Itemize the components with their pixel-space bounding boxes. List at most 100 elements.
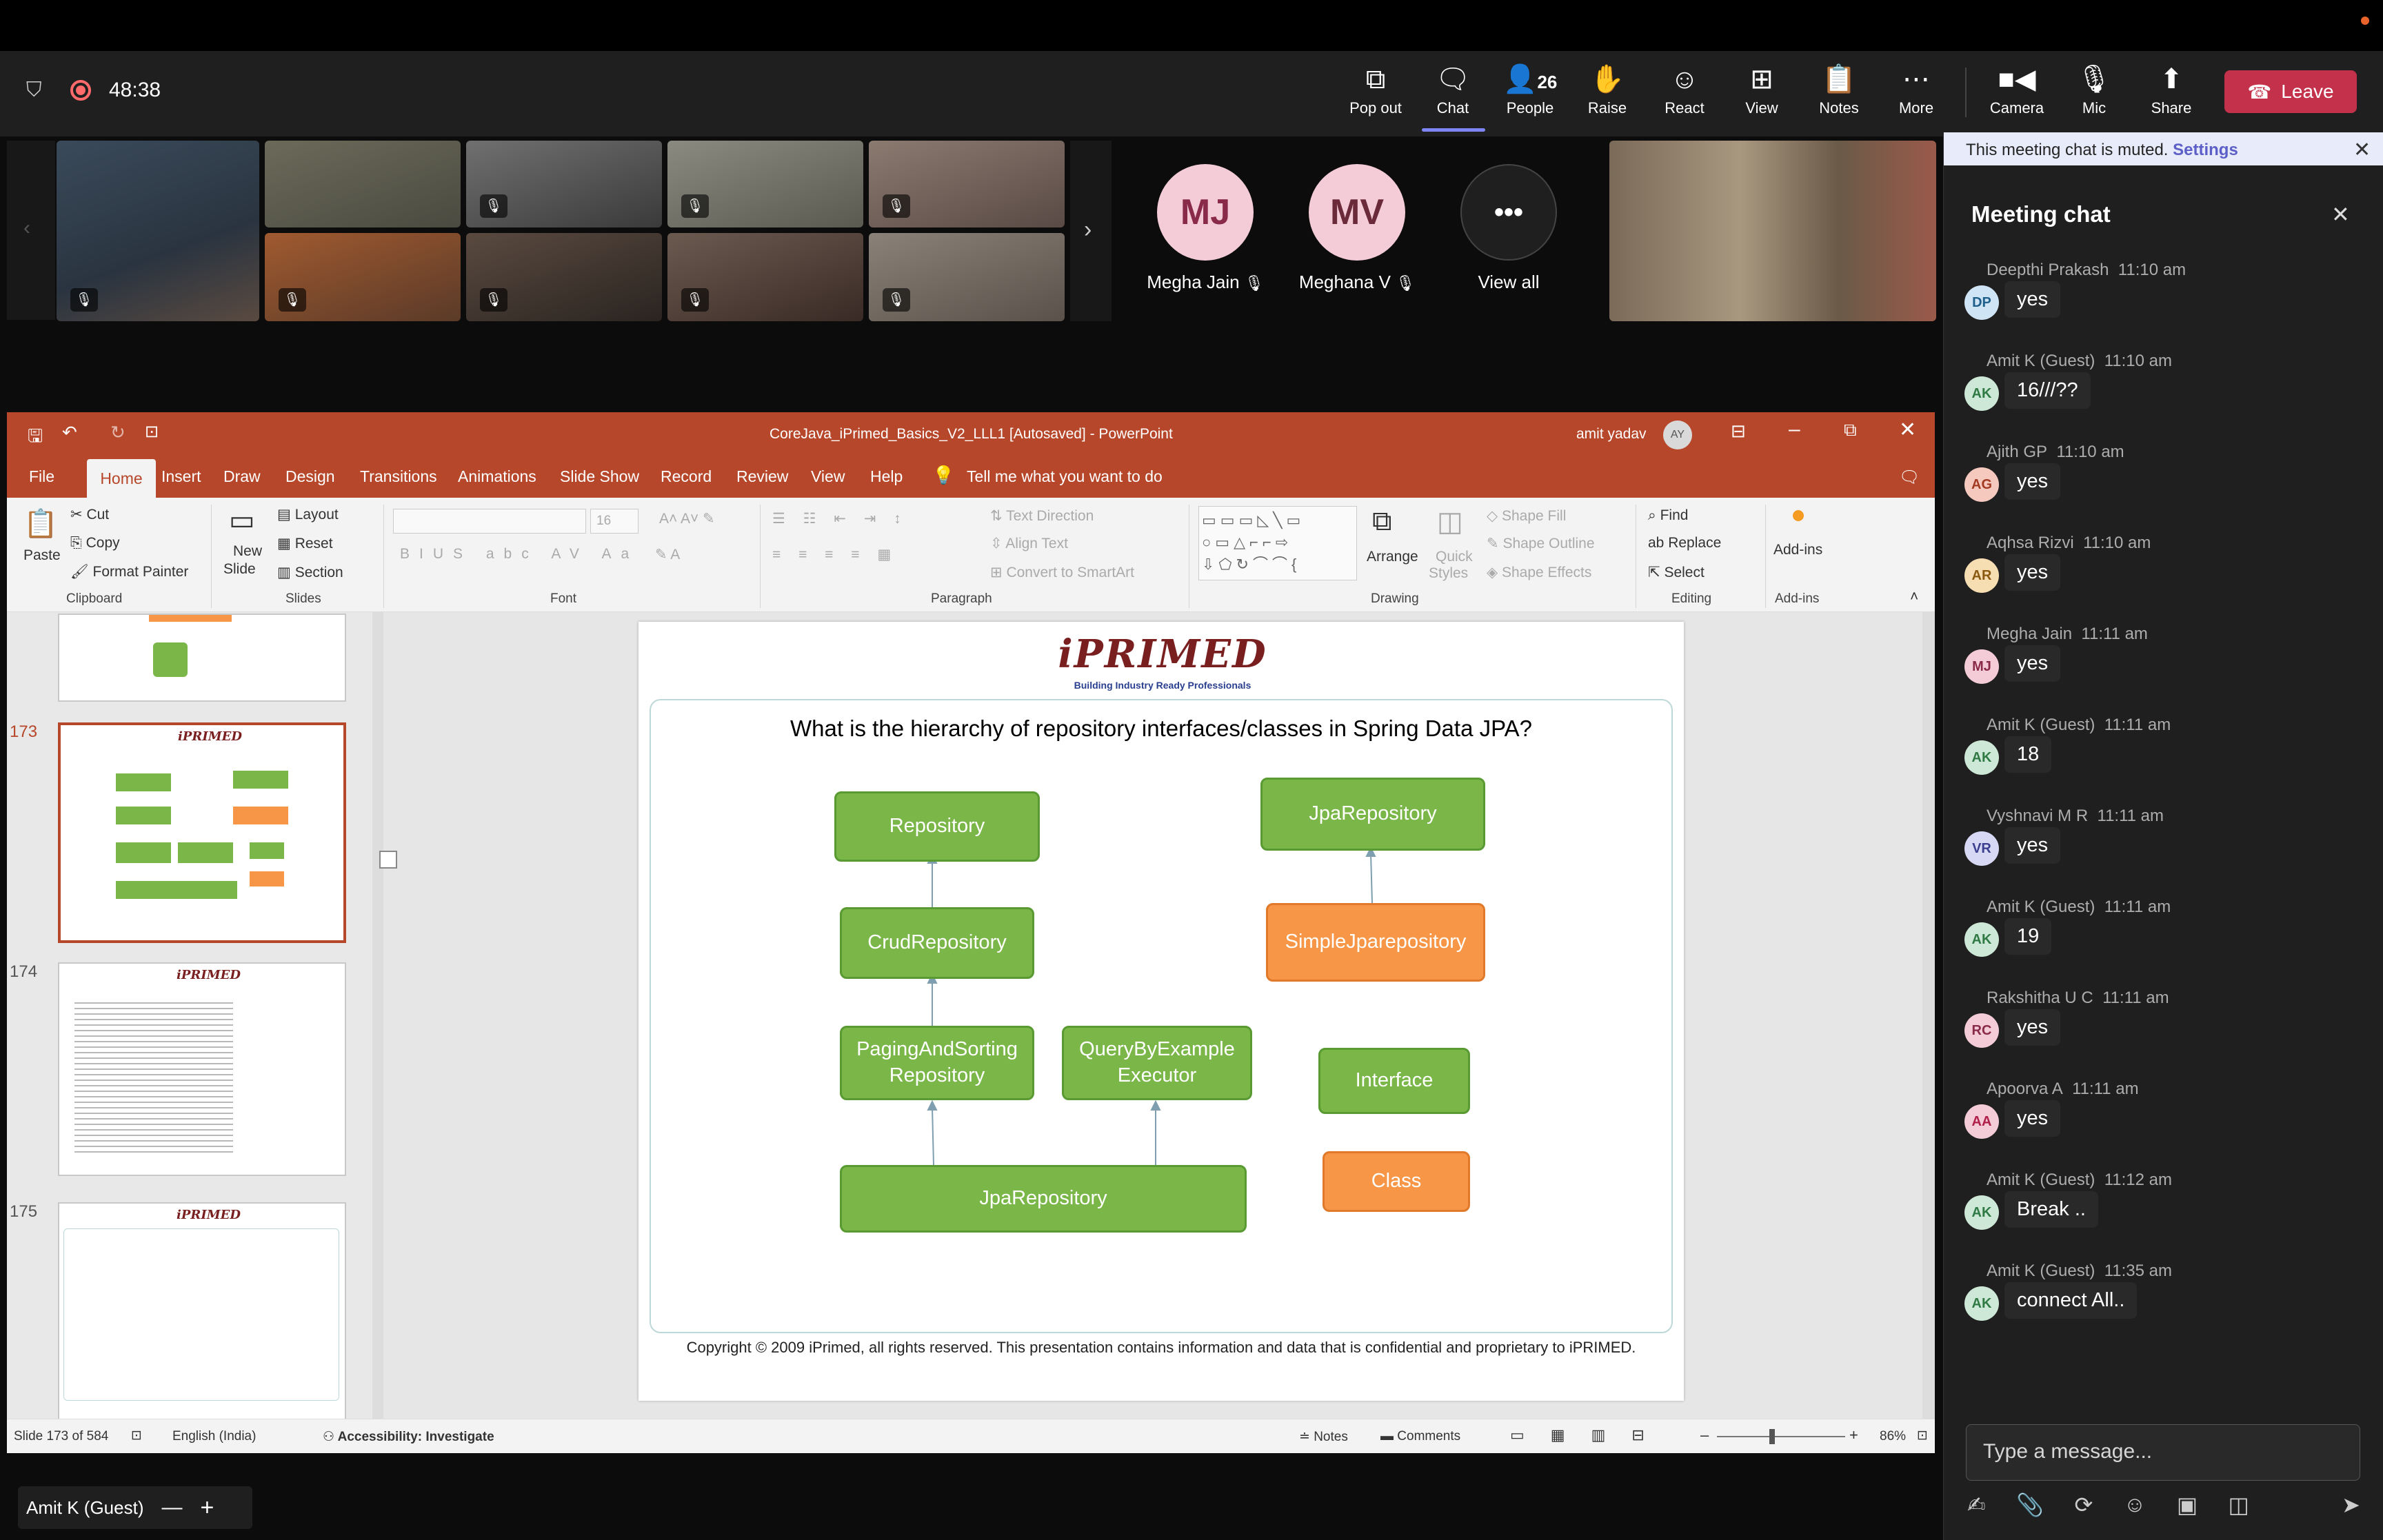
undo-icon[interactable]: ↶ xyxy=(62,422,77,443)
font-color-buttons[interactable]: ✎ A xyxy=(655,546,680,563)
chat-message[interactable]: Megha Jain 11:11 am MJ yes xyxy=(1944,625,2383,716)
slide-scrollbar[interactable] xyxy=(1922,612,1935,1419)
tab-design[interactable]: Design xyxy=(285,467,335,486)
section-button[interactable]: ▥ Section xyxy=(277,564,343,581)
zoom-slider[interactable] xyxy=(1717,1436,1845,1437)
send-icon[interactable]: ➤ xyxy=(2342,1492,2360,1518)
list-buttons[interactable]: ☰ ☷ ⇤ ⇥ ↕ xyxy=(772,510,908,527)
video-tile[interactable]: 🎙 xyxy=(265,233,461,321)
fit-slide-icon[interactable]: ⊡ xyxy=(1917,1428,1928,1443)
node-crud-repository[interactable]: CrudRepository xyxy=(840,907,1034,979)
node-repository[interactable]: Repository xyxy=(834,791,1040,862)
node-query-by-example-executor[interactable]: QueryByExample Executor xyxy=(1062,1026,1252,1100)
view-buttons[interactable]: ▭▦▥⊟ xyxy=(1510,1426,1671,1444)
user-avatar[interactable]: AY xyxy=(1663,421,1692,449)
video-tile[interactable] xyxy=(265,141,461,227)
loop-icon[interactable]: ⟳ xyxy=(2075,1492,2093,1518)
comment-icon[interactable]: 🗨 xyxy=(1899,467,1920,487)
notes-toggle[interactable]: ≐ Notes xyxy=(1299,1429,1348,1445)
tab-help[interactable]: Help xyxy=(870,467,903,486)
camera-button[interactable]: ■◀ Camera xyxy=(1979,62,2055,131)
notes-button[interactable]: 📋 Notes xyxy=(1801,62,1877,131)
people-button[interactable]: 👤26 People xyxy=(1492,62,1568,131)
paste-button[interactable]: Paste xyxy=(23,547,61,564)
node-simple-jpa-repository[interactable]: SimpleJparepository xyxy=(1266,903,1485,982)
legend-class[interactable]: Class xyxy=(1323,1151,1470,1212)
video-tile[interactable]: 🎙 xyxy=(57,141,259,321)
thumbnail-scrollbar[interactable] xyxy=(372,612,383,1419)
paste-icon[interactable]: 📋 xyxy=(23,507,58,540)
react-button[interactable]: ☺ React xyxy=(1647,62,1722,131)
tab-view[interactable]: View xyxy=(811,467,845,486)
sticker-icon[interactable]: ◫ xyxy=(2228,1492,2249,1518)
new-slide-icon[interactable]: ▭ xyxy=(229,505,255,536)
chat-message[interactable]: Aqhsa Rizvi 11:10 am AR yes xyxy=(1944,534,2383,625)
convert-smartart-button[interactable]: ⊞ Convert to SmartArt xyxy=(990,564,1134,581)
tab-transitions[interactable]: Transitions xyxy=(360,467,437,486)
chat-message[interactable]: Ajith GP 11:10 am AG yes xyxy=(1944,443,2383,534)
tell-me-search[interactable]: Tell me what you want to do xyxy=(967,467,1163,486)
arrange-icon[interactable]: ⧉ xyxy=(1372,506,1392,537)
pop-out-button[interactable]: ⧉ Pop out xyxy=(1338,62,1414,131)
settings-link[interactable]: Settings xyxy=(2173,141,2238,159)
layout-button[interactable]: ▤ Layout xyxy=(277,506,339,523)
format-icon[interactable]: ✍ xyxy=(1967,1492,1986,1518)
redo-icon[interactable]: ↻ xyxy=(110,422,125,443)
accessibility-status[interactable]: ⚇ Accessibility: Investigate xyxy=(323,1429,494,1445)
current-slide[interactable]: iPRIMED Building Industry Ready Professi… xyxy=(639,622,1684,1401)
tab-review[interactable]: Review xyxy=(736,467,788,486)
ribbon-display-icon[interactable]: ⊟ xyxy=(1731,421,1746,442)
chat-message[interactable]: Amit K (Guest) 11:11 am AK 19 xyxy=(1944,898,2383,989)
video-tile[interactable]: 🎙 xyxy=(667,141,863,227)
collapse-ribbon-icon[interactable]: ˄ xyxy=(1910,589,1918,605)
tab-slide-show[interactable]: Slide Show xyxy=(560,467,639,486)
zoom-level[interactable]: 86% xyxy=(1880,1429,1906,1444)
new-slide-button[interactable]: New xyxy=(233,543,262,560)
avatar[interactable]: MJ xyxy=(1157,164,1254,261)
tab-animations[interactable]: Animations xyxy=(458,467,536,486)
chat-message[interactable]: Vyshnavi M R 11:11 am VR yes xyxy=(1944,807,2383,898)
chat-message[interactable]: Amit K (Guest) 11:12 am AK Break .. xyxy=(1944,1171,2383,1262)
view-all-button[interactable]: ••• xyxy=(1460,164,1557,261)
align-text-button[interactable]: ⇳ Align Text xyxy=(990,535,1068,552)
minus-icon[interactable]: — xyxy=(161,1496,182,1519)
select-button[interactable]: ⇱ Select xyxy=(1648,564,1705,581)
chat-message[interactable]: Amit K (Guest) 11:10 am AK 16///?? xyxy=(1944,352,2383,443)
restore-icon[interactable]: ⧉ xyxy=(1844,419,1857,441)
self-name-chip[interactable]: Amit K (Guest) — + xyxy=(18,1486,252,1529)
gallery-prev-button[interactable]: ‹ xyxy=(7,141,55,320)
share-button[interactable]: ⬆ Share xyxy=(2133,62,2209,131)
tab-draw[interactable]: Draw xyxy=(223,467,261,486)
align-buttons[interactable]: ≡ ≡ ≡ ≡ ▦ xyxy=(772,546,898,563)
chat-message[interactable]: Apoorva A 11:11 am AA yes xyxy=(1944,1080,2383,1171)
zoom-out-button[interactable]: – xyxy=(1700,1426,1709,1444)
zoom-slider-thumb[interactable] xyxy=(1769,1429,1775,1444)
close-banner-icon[interactable]: ✕ xyxy=(2353,138,2371,162)
message-input[interactable]: Type a message... xyxy=(1966,1424,2360,1481)
language[interactable]: English (India) xyxy=(172,1429,256,1444)
quick-styles-button[interactable]: Quick xyxy=(1436,549,1473,565)
resize-handle[interactable] xyxy=(379,851,397,869)
presenter-video[interactable] xyxy=(1609,141,1936,321)
video-tile[interactable]: 🎙 xyxy=(466,233,662,321)
close-chat-icon[interactable]: ✕ xyxy=(2331,201,2350,227)
spelling-icon[interactable]: ⊡ xyxy=(131,1428,142,1443)
zoom-in-button[interactable]: + xyxy=(1849,1426,1858,1444)
shapes-gallery[interactable]: ▭▭▭◺╲▭ ○▭△⌐⌐⇨ ⇩⬠↻⌒⌒{ xyxy=(1198,506,1357,580)
avatar[interactable]: MV xyxy=(1309,164,1405,261)
plus-icon[interactable]: + xyxy=(200,1495,214,1521)
font-size-controls[interactable]: A˄ A˅ ✎ xyxy=(659,510,715,527)
copy-button[interactable]: ⎘ Copy xyxy=(70,535,120,551)
format-painter-button[interactable]: 🖌 Format Painter xyxy=(70,564,188,580)
more-button[interactable]: ⋯ More xyxy=(1878,62,1954,131)
node-jpa-repository-top[interactable]: JpaRepository xyxy=(1260,778,1485,851)
video-tile[interactable]: 🎙 xyxy=(869,233,1065,321)
mic-button[interactable]: 🎙 Mic xyxy=(2056,62,2132,131)
font-size-select[interactable]: 16 xyxy=(590,509,639,534)
gif-icon[interactable]: ▣ xyxy=(2177,1492,2198,1518)
reset-button[interactable]: ▦ Reset xyxy=(277,535,333,552)
legend-interface[interactable]: Interface xyxy=(1318,1048,1470,1114)
find-button[interactable]: ⌕ Find xyxy=(1648,507,1688,524)
slide-thumbnail[interactable] xyxy=(58,614,346,702)
attach-icon[interactable]: 📎 xyxy=(2016,1492,2044,1518)
